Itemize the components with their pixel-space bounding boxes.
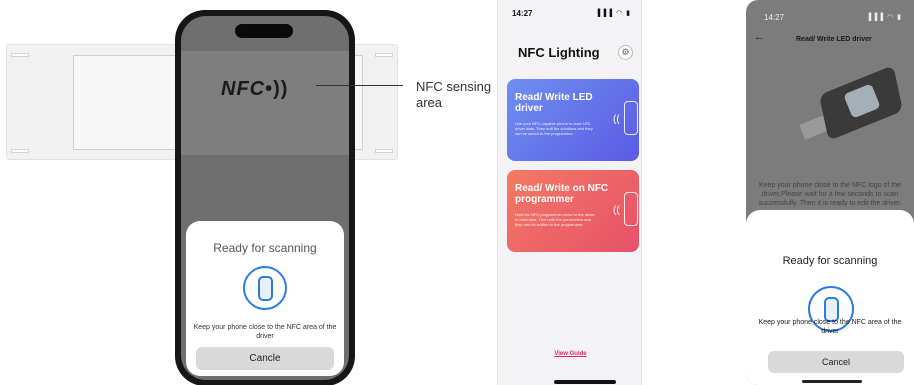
driver-terminal [11, 53, 29, 57]
status-time: 14:27 [764, 13, 785, 22]
status-time: 14:27 [512, 9, 533, 18]
status-icons: ▐▐▐ ◠ ▮ [595, 10, 631, 17]
nfc-waves-icon: •)) [265, 78, 289, 100]
scan-sheet: Ready for scanning Keep your phone close… [186, 221, 344, 376]
nfc-waves-icon: (( [613, 205, 620, 216]
phone-icon [258, 276, 273, 301]
read-write-nfc-programmer-card[interactable]: Read/ Write on NFC programmer Hold the N… [507, 170, 639, 252]
card-description: Hold the NFC programmer close to the dri… [515, 212, 595, 227]
status-icons: ▐▐▐ ◠ ▮ [866, 14, 902, 21]
scan-ring-icon [243, 266, 287, 310]
card-title: Read/ Write LED driver [515, 92, 593, 114]
home-indicator [802, 380, 862, 383]
driver-overlap-area [181, 51, 349, 155]
callout-line [316, 85, 403, 86]
home-indicator [554, 380, 616, 384]
driver-terminal [375, 53, 393, 57]
nfc-logo: NFC•)) [221, 78, 288, 101]
app-title: NFC Lighting [518, 45, 600, 60]
scan-sheet-title: Ready for scanning [782, 255, 878, 267]
nfc-logo-text: NFC [221, 78, 266, 100]
stage: NFC•)) Ready for scanning Keep your phon… [0, 0, 914, 385]
driver-terminal [375, 149, 393, 153]
settings-gear-icon[interactable]: ⚙ [618, 45, 633, 60]
phone-screen: NFC•)) Ready for scanning Keep your phon… [181, 16, 349, 380]
nfc-sensing-area-label: NFC sensing area [416, 79, 492, 110]
phone-icon [624, 192, 638, 226]
card-description: Use your NFC-capable phone to read LED d… [515, 121, 593, 136]
cancel-button[interactable]: Cancle [196, 347, 334, 370]
back-arrow-icon[interactable]: ← [754, 31, 765, 43]
nfc-lighting-home-screen: 14:27 ▐▐▐ ◠ ▮ NFC Lighting ⚙ Read/ Write… [497, 0, 642, 385]
view-guide-link[interactable]: View Guide [498, 351, 643, 357]
card-title: Read/ Write on NFC programmer [515, 183, 609, 205]
phone-mockup: NFC•)) Ready for scanning Keep your phon… [175, 10, 355, 385]
scan-instruction: Keep your phone close to the NFC logo of… [758, 182, 902, 207]
scan-message: Keep your phone close to the NFC area of… [193, 324, 337, 341]
phone-icon [624, 101, 638, 135]
read-write-led-driver-screen: 14:27 ▐▐▐ ◠ ▮ ← Read/ Write LED driver K… [746, 0, 914, 385]
dynamic-island [235, 24, 293, 38]
scan-message: Keep your phone close to the NFC area of… [758, 319, 902, 335]
scan-sheet: Ready for scanning Keep your phone close… [746, 210, 914, 385]
driver-terminal [11, 149, 29, 153]
cancel-button[interactable]: Cancel [768, 351, 904, 373]
driver-scan-illustration [799, 65, 903, 150]
read-write-led-driver-card[interactable]: Read/ Write LED driver Use your NFC-capa… [507, 79, 639, 161]
nav-title: Read/ Write LED driver [796, 36, 872, 43]
nfc-waves-icon: (( [613, 114, 620, 125]
scan-sheet-title: Ready for scanning [213, 241, 317, 255]
